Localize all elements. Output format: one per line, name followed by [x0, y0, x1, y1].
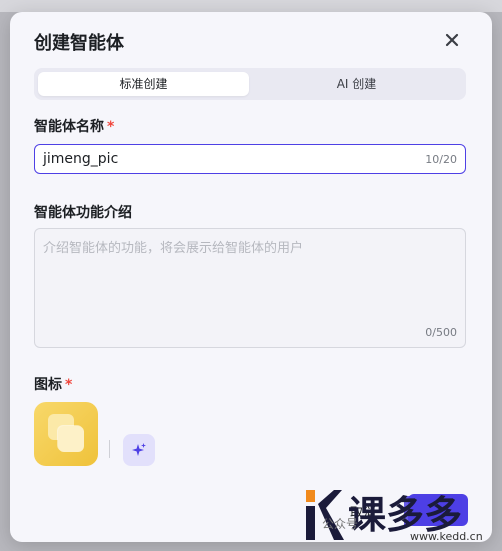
tab-ai-create[interactable]: AI 创建 — [251, 72, 462, 96]
divider — [109, 440, 110, 458]
required-mark: * — [65, 377, 73, 393]
icon-field-label: 图标 * — [34, 374, 72, 394]
avatar-shape-front — [58, 426, 84, 452]
description-placeholder: 介绍智能体的功能，将会展示给智能体的用户 — [43, 241, 304, 256]
icon-label-text: 图标 — [34, 377, 62, 393]
close-icon[interactable] — [440, 28, 464, 52]
name-char-counter: 10/20 — [425, 153, 457, 166]
ai-generate-icon-button[interactable] — [123, 434, 155, 466]
name-label-text: 智能体名称 — [34, 119, 104, 135]
description-char-counter: 0/500 — [425, 326, 457, 339]
create-agent-dialog: 创建智能体 标准创建 AI 创建 智能体名称 * jimeng_pic 10/20… — [10, 12, 492, 542]
sparkle-icon — [132, 443, 146, 456]
agent-name-input[interactable]: jimeng_pic 10/20 — [34, 144, 466, 174]
watermark-url: www.kedd.cn — [410, 530, 483, 543]
create-mode-tabs: 标准创建 AI 创建 — [34, 68, 466, 100]
watermark-wechat: 公众号 — [322, 517, 359, 531]
dialog-title: 创建智能体 — [34, 33, 124, 54]
agent-avatar-icon[interactable] — [34, 402, 98, 466]
background-window — [0, 0, 502, 12]
description-label-text: 智能体功能介绍 — [34, 205, 132, 221]
description-field-label: 智能体功能介绍 — [34, 202, 132, 222]
tab-standard-create[interactable]: 标准创建 — [38, 72, 249, 96]
required-mark: * — [107, 119, 115, 135]
name-field-label: 智能体名称 * — [34, 116, 114, 136]
agent-name-value: jimeng_pic — [43, 151, 119, 167]
agent-description-textarea[interactable]: 介绍智能体的功能，将会展示给智能体的用户 0/500 — [34, 228, 466, 348]
watermark: 课多多 公众号 www.kedd.cn — [300, 486, 502, 546]
